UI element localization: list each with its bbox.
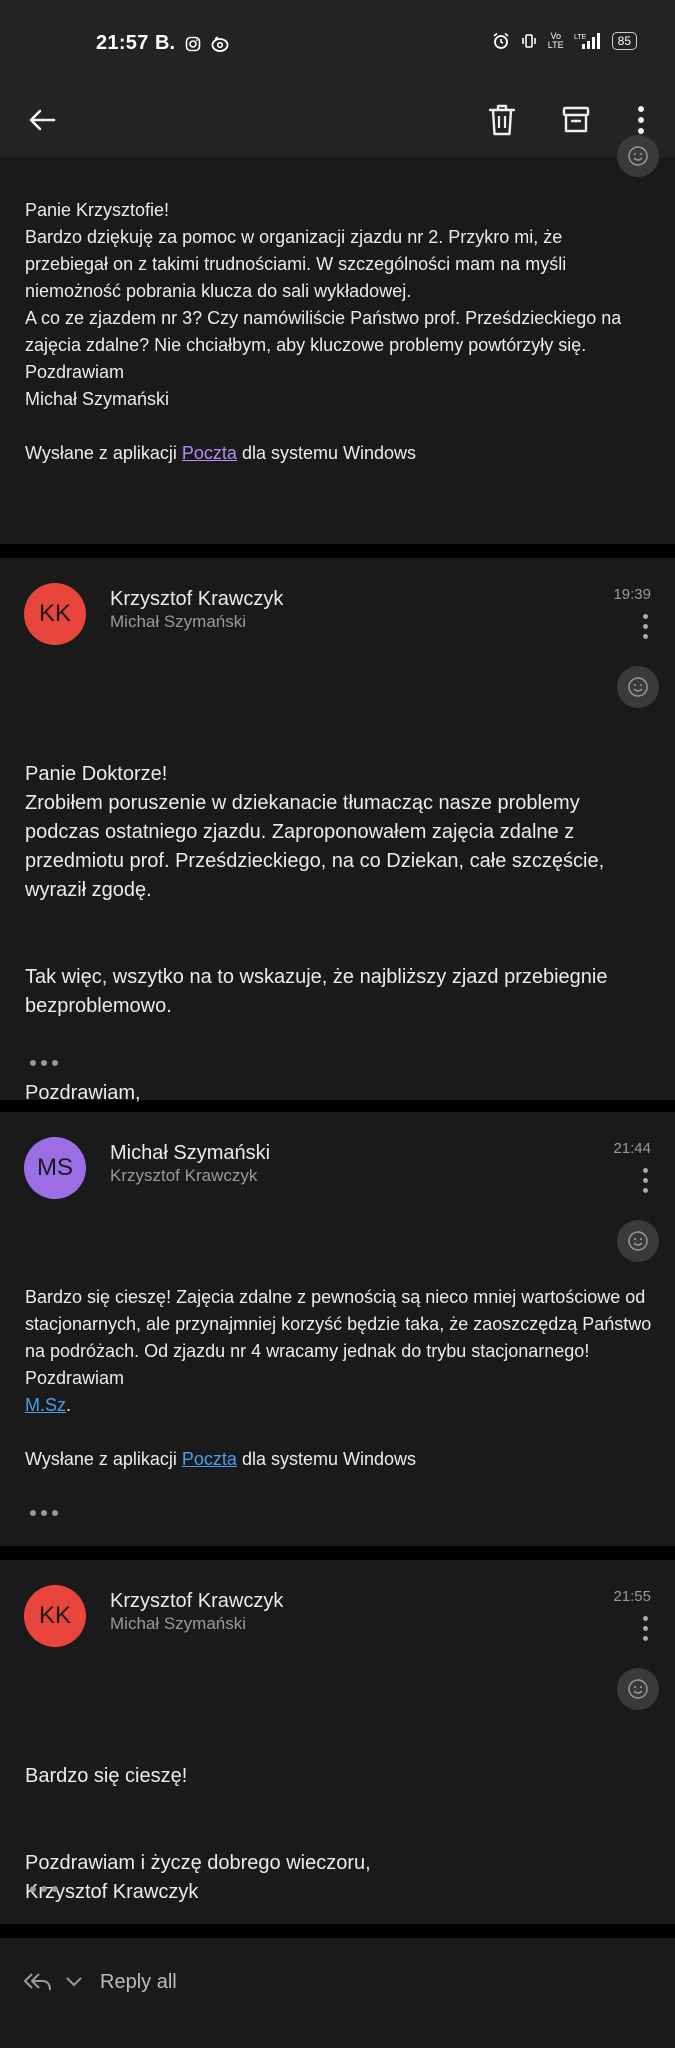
sender-name[interactable]: Krzysztof Krawczyk: [110, 588, 283, 611]
emoji-reaction-icon[interactable]: [617, 135, 659, 177]
message-card: Panie Krzysztofie! Bardzo dziękuję za po…: [0, 135, 675, 544]
message-more-icon[interactable]: [641, 614, 649, 639]
show-quoted-icon[interactable]: [30, 1886, 58, 1892]
chevron-down-icon[interactable]: [64, 1975, 84, 1989]
message-line: A co ze zjazdem nr 3? Czy namówiliście P…: [25, 308, 622, 355]
message-line: Pozdrawiam: [25, 362, 125, 382]
emoji-reaction-icon[interactable]: [617, 1668, 659, 1710]
mail-signature: Wysłane z aplikacji Poczta dla systemu W…: [25, 1446, 655, 1473]
app-toolbar: [0, 90, 675, 157]
message-paragraph: Pozdrawiam i życzę dobrego wieczoru, Krz…: [25, 1852, 371, 1903]
show-quoted-icon[interactable]: [30, 1510, 58, 1516]
back-arrow-icon[interactable]: [20, 98, 64, 142]
reply-all-label: Reply all: [100, 1970, 177, 1993]
message-paragraph: Panie Doktorze! Zrobiłem poruszenie w dz…: [25, 763, 605, 901]
b-dot-icon: B.: [155, 32, 175, 54]
alarm-icon: [493, 32, 509, 49]
message-closing: Pozdrawiam: [25, 1368, 125, 1388]
message-body: Panie Krzysztofie! Bardzo dziękuję za po…: [25, 197, 645, 467]
signature-prefix: Wysłane z aplikacji: [25, 443, 182, 463]
show-quoted-icon[interactable]: [30, 1060, 58, 1066]
status-bar: 21:57 B. Vo LTE LTE 85: [0, 0, 675, 90]
message-paragraph: Tak więc, wszytko na to wskazuje, że naj…: [25, 966, 608, 1017]
camera-ring-icon: [211, 35, 229, 52]
emoji-reaction-icon[interactable]: [617, 666, 659, 708]
battery-indicator: 85: [611, 32, 637, 50]
message-card: KK Krzysztof Krawczyk Michał Szymański 2…: [0, 1560, 675, 1924]
emoji-reaction-icon[interactable]: [617, 1220, 659, 1262]
message-body: Bardzo się cieszę! Pozdrawiam i życzę do…: [25, 1733, 645, 1936]
message-line: Bardzo dziękuję za pomoc w organizacji z…: [25, 227, 567, 301]
message-signoff: M.Sz.: [25, 1392, 655, 1419]
status-time: 21:57: [96, 32, 149, 54]
signoff-link[interactable]: M.Sz: [25, 1395, 66, 1415]
poczta-link[interactable]: Poczta: [182, 443, 237, 463]
instagram-icon: [185, 36, 201, 51]
message-line: Panie Krzysztofie!: [25, 200, 170, 220]
avatar: KK: [24, 1585, 86, 1647]
recipient-name: Krzysztof Krawczyk: [110, 1166, 258, 1185]
vibrate-icon: [521, 34, 536, 48]
message-time: 21:55: [613, 1588, 651, 1605]
svg-text:LTE: LTE: [574, 34, 587, 41]
message-text: Bardzo się cieszę! Zajęcia zdalne z pewn…: [25, 1287, 652, 1361]
message-body: Bardzo się cieszę! Zajęcia zdalne z pewn…: [25, 1284, 655, 1473]
signal-icon: LTE: [574, 33, 600, 49]
status-system-icons: Vo LTE LTE 85: [492, 32, 637, 50]
signoff-suffix: .: [66, 1395, 72, 1415]
status-app-icons: B.: [155, 32, 229, 55]
message-time: 19:39: [613, 586, 651, 603]
avatar: MS: [24, 1137, 86, 1199]
message-more-icon[interactable]: [641, 1616, 649, 1641]
message-body: Panie Doktorze! Zrobiłem poruszenie w dz…: [25, 731, 645, 1166]
recipient-name: Michał Szymański: [110, 1614, 247, 1633]
message-time: 21:44: [613, 1140, 651, 1157]
message-more-icon[interactable]: [641, 1168, 649, 1193]
signature-prefix: Wysłane z aplikacji: [25, 1449, 182, 1469]
avatar: KK: [24, 583, 86, 645]
sender-name[interactable]: Michał Szymański: [110, 1142, 270, 1165]
message-card: MS Michał Szymański Krzysztof Krawczyk 2…: [0, 1112, 675, 1546]
trash-icon[interactable]: [480, 98, 524, 142]
message-paragraph: Bardzo się cieszę!: [25, 1765, 188, 1787]
signature-suffix: dla systemu Windows: [236, 443, 416, 463]
reply-bar: Reply all: [0, 1938, 675, 2048]
signature-suffix: dla systemu Windows: [236, 1449, 416, 1469]
reply-all-icon: [24, 1973, 51, 1991]
poczta-link[interactable]: Poczta: [182, 1449, 237, 1469]
sender-name[interactable]: Krzysztof Krawczyk: [110, 1590, 283, 1613]
message-card: KK Krzysztof Krawczyk Michał Szymański 1…: [0, 558, 675, 1133]
message-line: Michał Szymański: [25, 389, 170, 409]
volte-icon: Vo LTE: [547, 31, 564, 50]
archive-icon[interactable]: [554, 98, 598, 142]
reply-all-button[interactable]: Reply all: [22, 1970, 177, 1994]
recipient-name: Michał Szymański: [110, 612, 247, 631]
mail-signature: Wysłane z aplikacji Poczta dla systemu W…: [25, 440, 645, 467]
